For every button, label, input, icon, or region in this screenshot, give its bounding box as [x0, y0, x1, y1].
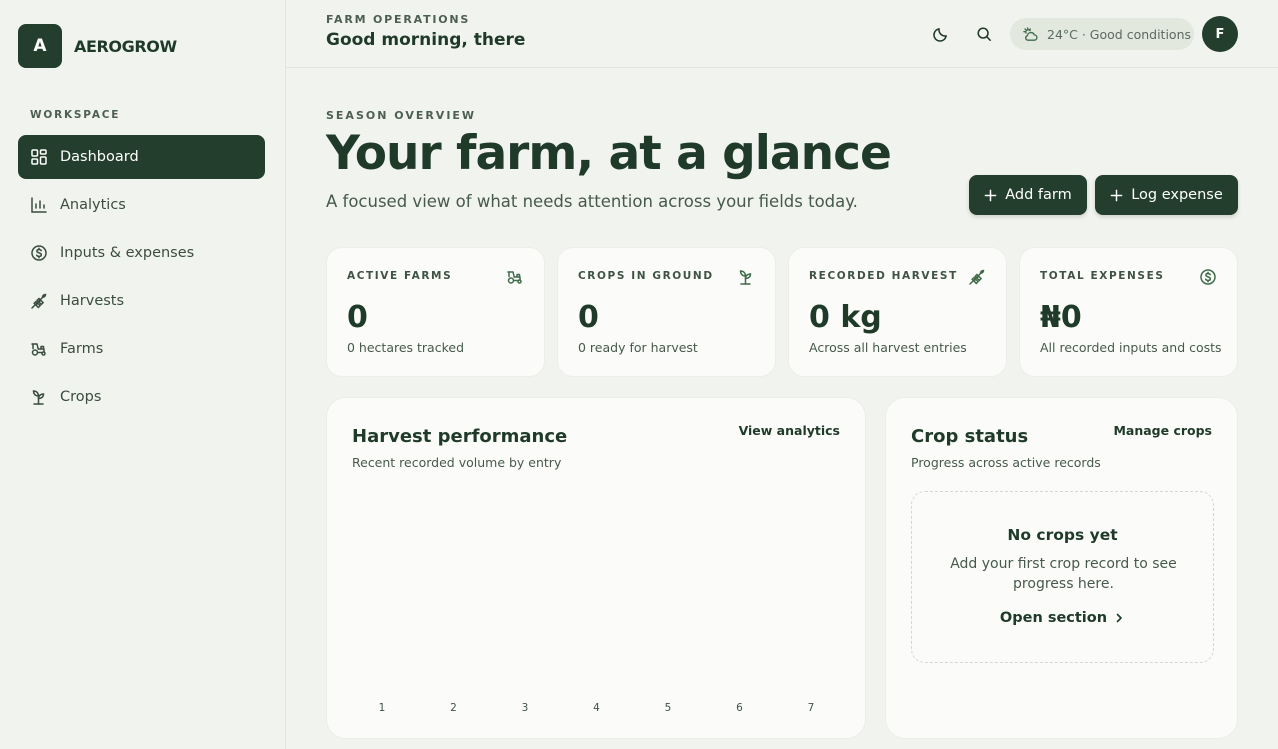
- plus-icon: [1110, 189, 1123, 201]
- empty-state-text: Add your first crop record to see progre…: [950, 556, 1177, 592]
- stat-card-crops-in-ground: CROPS IN GROUND 0 0 ready for harvest: [557, 247, 776, 377]
- x-tick-label: 6: [736, 702, 743, 714]
- sidebar-item-farms[interactable]: Farms: [18, 327, 265, 371]
- sprout-icon: [30, 388, 48, 406]
- dashboard-grid-icon: [30, 148, 48, 166]
- x-tick-label: 4: [593, 702, 600, 714]
- sidebar-item-label: Dashboard: [60, 149, 139, 165]
- sidebar-item-label: Analytics: [60, 197, 126, 213]
- stat-card-active-farms: ACTIVE FARMS 0 0 hectares tracked: [326, 247, 545, 377]
- stat-note: 0 ready for harvest: [578, 340, 698, 355]
- x-tick-label: 5: [665, 702, 672, 714]
- stat-note: Across all harvest entries: [809, 340, 967, 355]
- bar-chart-icon: [30, 196, 48, 214]
- sidebar-item-dashboard[interactable]: Dashboard: [18, 135, 265, 179]
- search-icon: [977, 27, 991, 41]
- dollar-circle-icon: [1200, 269, 1216, 285]
- crop-status-card: Crop status Progress across active recor…: [885, 397, 1238, 739]
- nav-section-label: WORKSPACE: [30, 109, 121, 121]
- sidebar-item-analytics[interactable]: Analytics: [18, 183, 265, 227]
- moon-icon: [932, 27, 947, 42]
- dollar-circle-icon: [30, 244, 48, 262]
- stat-value: ₦0: [1040, 300, 1082, 335]
- manage-crops-link[interactable]: Manage crops: [1113, 423, 1212, 438]
- plus-icon: [984, 189, 997, 201]
- stat-value: 0: [347, 300, 368, 335]
- sidebar-item-label: Inputs & expenses: [60, 245, 195, 261]
- stat-label: ACTIVE FARMS: [347, 270, 453, 282]
- brand[interactable]: A AEROGROW: [18, 24, 177, 68]
- harvest-performance-card: Harvest performance Recent recorded volu…: [326, 397, 866, 739]
- stat-label: CROPS IN GROUND: [578, 270, 714, 282]
- sidebar: A AEROGROW WORKSPACE Dashboard Analytics…: [0, 0, 286, 749]
- card-title: Crop status: [911, 426, 1029, 447]
- sprout-icon: [739, 270, 752, 285]
- log-expense-label: Log expense: [1131, 187, 1223, 203]
- season-label: SEASON OVERVIEW: [326, 109, 477, 122]
- tractor-icon: [507, 271, 522, 284]
- partly-cloudy-icon: [1023, 26, 1038, 41]
- empty-state-title: No crops yet: [1007, 526, 1118, 544]
- user-avatar[interactable]: F: [1202, 16, 1238, 52]
- open-section-link[interactable]: Open section: [912, 610, 1213, 626]
- stat-value: 0: [578, 300, 599, 335]
- stat-label: RECORDED HARVEST: [809, 270, 958, 282]
- stat-card-recorded-harvest: RECORDED HARVEST 0 kg Across all harvest…: [788, 247, 1007, 377]
- sidebar-item-label: Crops: [60, 389, 102, 405]
- greeting-title: Good morning, there: [326, 30, 526, 50]
- page-title: Your farm, at a glance: [326, 126, 892, 181]
- sidebar-item-inputs-expenses[interactable]: Inputs & expenses: [18, 231, 265, 275]
- stat-label: TOTAL EXPENSES: [1040, 270, 1165, 282]
- weather-text: 24°C · Good conditions: [1047, 26, 1192, 42]
- theme-toggle-button[interactable]: [926, 20, 954, 48]
- sidebar-item-crops[interactable]: Crops: [18, 375, 265, 419]
- wheat-icon: [30, 292, 48, 310]
- add-farm-button[interactable]: Add farm: [969, 175, 1087, 215]
- empty-state: No crops yet Add your first crop record …: [911, 491, 1214, 663]
- weather-badge: 24°C · Good conditions: [1010, 18, 1194, 50]
- sidebar-nav: Dashboard Analytics Inputs & expenses Ha…: [18, 135, 265, 423]
- open-section-label: Open section: [999, 610, 1108, 626]
- x-tick-label: 7: [808, 702, 815, 714]
- stat-note: 0 hectares tracked: [347, 340, 465, 355]
- stat-value: 0 kg: [809, 300, 882, 335]
- topbar-kicker: FARM OPERATIONS: [326, 13, 471, 26]
- add-farm-label: Add farm: [1005, 187, 1072, 203]
- stat-note: All recorded inputs and costs: [1040, 340, 1222, 355]
- brand-name: AEROGROW: [74, 36, 177, 56]
- x-tick-label: 3: [522, 702, 529, 714]
- stat-card-total-expenses: TOTAL EXPENSES ₦0 All recorded inputs an…: [1019, 247, 1238, 377]
- page-subtitle: A focused view of what needs attention a…: [326, 192, 858, 211]
- harvest-bar-chart: 1 2 3 4 5 6 7: [379, 702, 815, 714]
- x-tick-label: 2: [450, 702, 457, 714]
- sidebar-item-harvests[interactable]: Harvests: [18, 279, 265, 323]
- sidebar-item-label: Harvests: [60, 293, 125, 309]
- sidebar-item-label: Farms: [60, 341, 104, 357]
- topbar: FARM OPERATIONS Good morning, there 24°C…: [286, 0, 1278, 68]
- tractor-icon: [30, 340, 48, 358]
- card-subtitle: Progress across active records: [911, 455, 1101, 470]
- search-button[interactable]: [970, 20, 998, 48]
- log-expense-button[interactable]: Log expense: [1095, 175, 1238, 215]
- x-tick-label: 1: [379, 702, 386, 714]
- wheat-icon: [969, 269, 985, 285]
- chevron-right-icon: [1116, 613, 1122, 623]
- brand-logo: A: [18, 24, 62, 68]
